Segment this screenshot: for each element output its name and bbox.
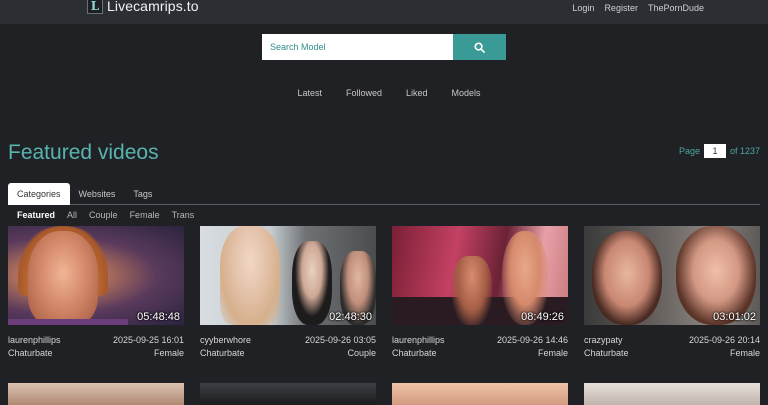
tab-categories[interactable]: Categories	[8, 183, 70, 205]
pager-total: of 1237	[729, 146, 760, 156]
video-category: Female	[537, 348, 568, 358]
filter-tabs: Categories Websites Tags	[8, 183, 760, 205]
video-category: Female	[153, 348, 184, 358]
site-logo[interactable]: L Livecamrips.to	[87, 0, 199, 14]
video-card[interactable]: 02:48:30 cyyberwhore 2025-09-26 03:05 Ch…	[200, 226, 376, 358]
video-thumbnail[interactable]	[584, 383, 760, 405]
pager-label: Page	[678, 146, 700, 156]
video-category: Couple	[347, 348, 376, 358]
pager: Page of 1237	[679, 144, 760, 158]
video-duration: 08:49:26	[521, 311, 564, 323]
top-bar: L Livecamrips.to Login Register ThePornD…	[0, 0, 768, 24]
search-button[interactable]	[453, 34, 506, 60]
video-thumbnail[interactable]: 03:01:02	[584, 226, 760, 325]
category-filters: Featured All Couple Female Trans	[17, 210, 194, 220]
filter-female[interactable]: Female	[130, 210, 160, 220]
filter-trans[interactable]: Trans	[172, 210, 195, 220]
video-card[interactable]: 08:49:26 laurenphillips 2025-09-26 14:46…	[392, 226, 568, 358]
video-thumbnail[interactable]: 08:49:26	[392, 226, 568, 325]
nav-latest[interactable]: Latest	[297, 88, 322, 98]
theporndude-link[interactable]: ThePornDude	[648, 3, 704, 13]
video-duration: 02:48:30	[329, 311, 372, 323]
filter-featured[interactable]: Featured	[17, 210, 55, 220]
search-input[interactable]	[262, 34, 453, 60]
video-site: Chaturbate	[200, 348, 245, 358]
page-number-input[interactable]	[703, 144, 726, 158]
video-duration: 03:01:02	[713, 311, 756, 323]
video-duration: 05:48:48	[137, 311, 180, 323]
video-date: 2025-09-26 20:14	[688, 335, 760, 345]
video-date: 2025-09-26 14:46	[496, 335, 568, 345]
nav-liked[interactable]: Liked	[406, 88, 428, 98]
video-site: Chaturbate	[392, 348, 437, 358]
model-name[interactable]: crazypaty	[584, 335, 623, 345]
video-site: Chaturbate	[584, 348, 629, 358]
video-thumbnail[interactable]	[8, 383, 184, 405]
page-title: Featured videos	[8, 141, 159, 164]
logo-text: Livecamrips.to	[107, 0, 199, 14]
video-thumbnail[interactable]: 02:48:30	[200, 226, 376, 325]
login-link[interactable]: Login	[572, 3, 594, 13]
video-date: 2025-09-25 16:01	[112, 335, 184, 345]
search-bar	[262, 34, 506, 60]
video-card[interactable]: 05:48:48 laurenphillips 2025-09-25 16:01…	[8, 226, 184, 358]
register-link[interactable]: Register	[604, 3, 638, 13]
nav-followed[interactable]: Followed	[346, 88, 382, 98]
model-name[interactable]: laurenphillips	[392, 335, 445, 345]
main-nav: Latest Followed Liked Models	[0, 88, 768, 98]
nav-models[interactable]: Models	[452, 88, 481, 98]
filter-couple[interactable]: Couple	[89, 210, 118, 220]
tab-tags[interactable]: Tags	[124, 183, 161, 205]
video-thumbnail[interactable]: 05:48:48	[8, 226, 184, 325]
video-site: Chaturbate	[8, 348, 53, 358]
search-icon	[474, 41, 485, 53]
video-thumbnail[interactable]	[392, 383, 568, 405]
video-thumbnail[interactable]	[200, 383, 376, 405]
video-card[interactable]: 03:01:02 crazypaty 2025-09-26 20:14 Chat…	[584, 226, 760, 358]
filter-all[interactable]: All	[67, 210, 77, 220]
model-name[interactable]: cyyberwhore	[200, 335, 251, 345]
user-nav: Login Register ThePornDude	[572, 3, 704, 13]
tab-websites[interactable]: Websites	[70, 183, 125, 205]
model-name[interactable]: laurenphillips	[8, 335, 61, 345]
logo-mark: L	[87, 0, 103, 14]
video-category: Female	[729, 348, 760, 358]
video-date: 2025-09-26 03:05	[304, 335, 376, 345]
